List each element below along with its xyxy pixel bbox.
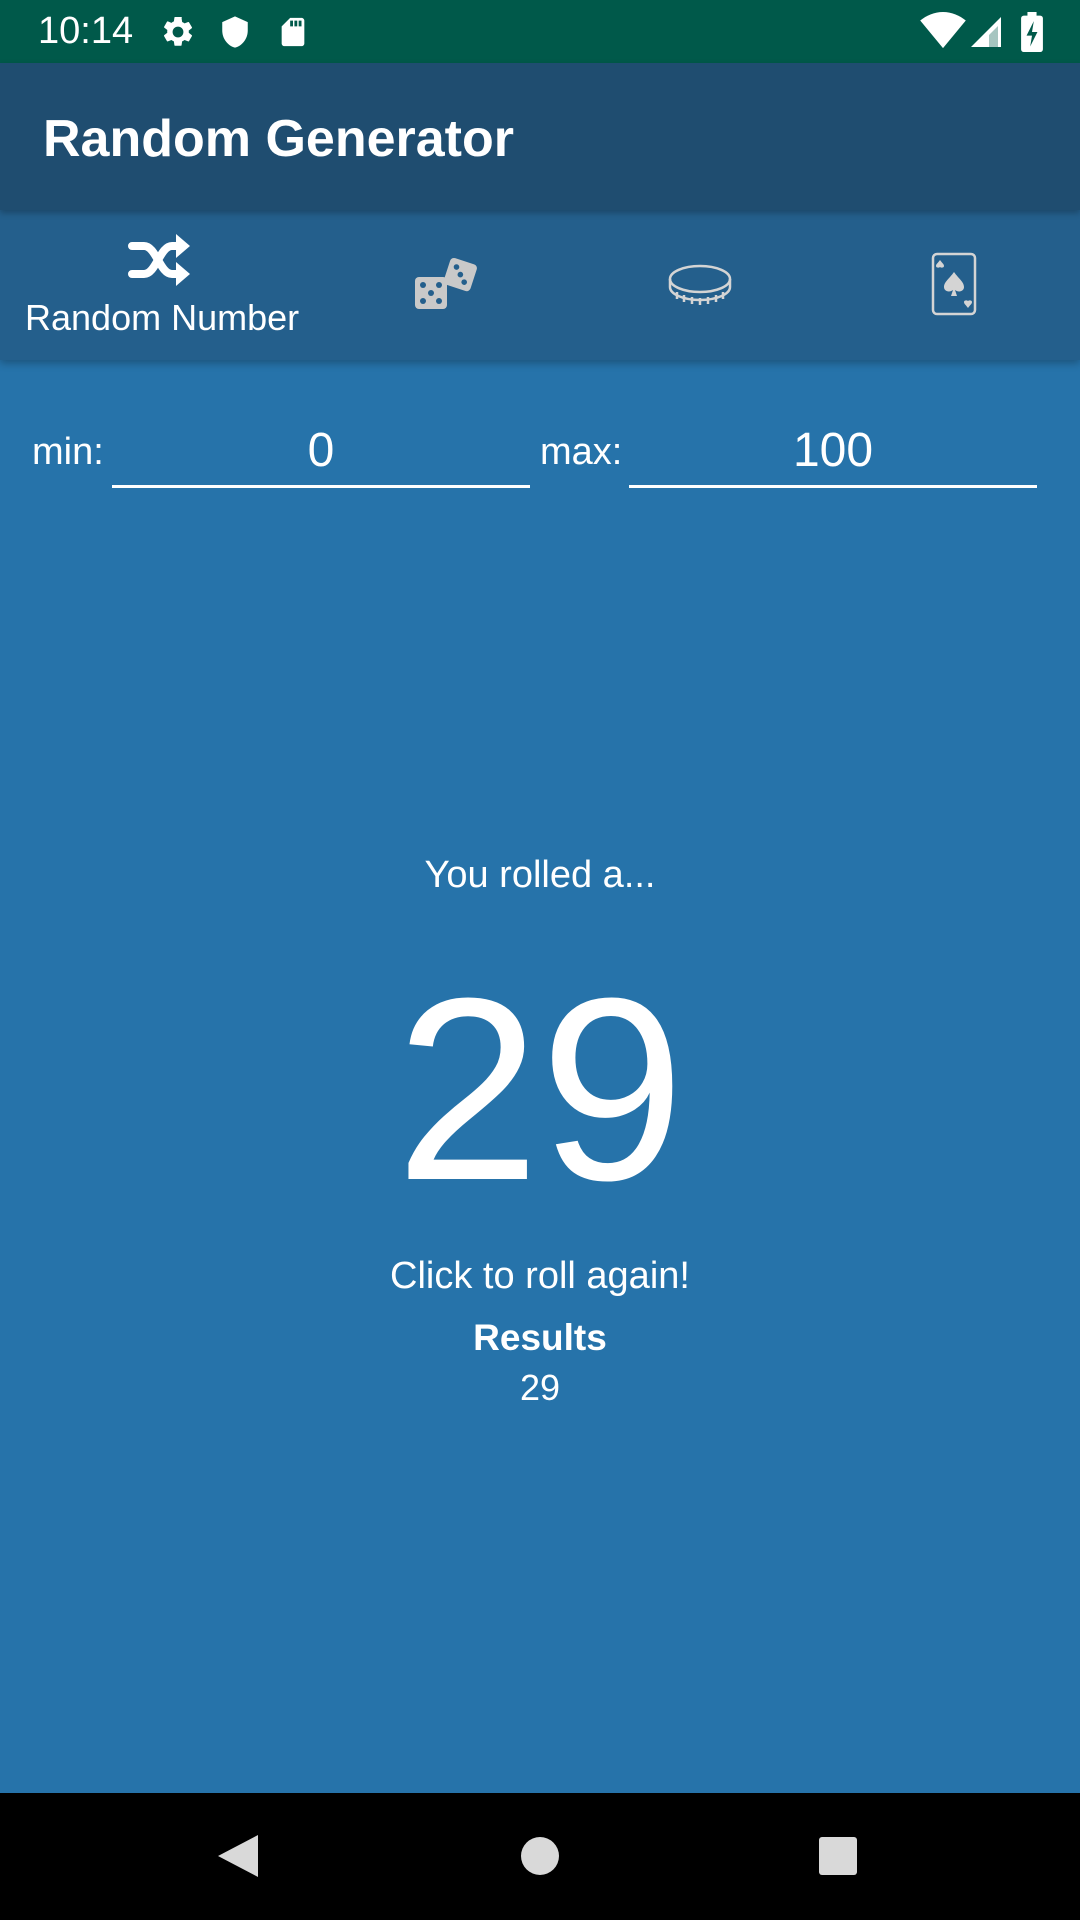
navigation-bar [0,1793,1080,1920]
home-button[interactable] [500,1821,580,1891]
rolled-number: 29 [395,945,685,1235]
results-heading: Results [473,1317,607,1358]
range-row: min: max: [0,415,1080,505]
app-title: Random Generator [43,110,514,168]
coin-icon [668,264,732,305]
rolled-prompt: You rolled a... [424,854,656,896]
max-label: max: [540,431,623,473]
max-input[interactable] [629,415,1037,488]
dice-icon [415,257,477,309]
playing-card-icon [931,252,977,316]
tab-random-number-label: Random Number [25,297,300,338]
shield-icon [222,16,248,48]
tab-cards[interactable] [819,210,1080,360]
back-button[interactable] [200,1821,280,1891]
status-time: 10:14 [38,10,134,52]
tab-dice[interactable] [311,210,581,360]
gear-icon [163,16,193,46]
sd-card-icon [281,17,305,47]
wifi-icon [920,12,966,49]
back-icon [218,1835,258,1877]
min-label: min: [32,431,104,473]
cell-signal-icon [971,17,1001,47]
status-bar: 10:14 [0,0,1080,63]
tab-random-number[interactable]: Random Number [25,210,300,360]
app-bar: Random Generator [0,63,1080,210]
results-value: 29 [519,1367,561,1408]
roll-again-text: Click to roll again! [390,1255,690,1297]
battery-charging-icon [1021,12,1043,52]
roll-area[interactable]: You rolled a... 29 Click to roll again! … [0,840,1080,1420]
recents-button[interactable] [798,1821,878,1891]
home-icon [521,1837,559,1875]
min-input[interactable] [112,415,530,488]
tab-coin[interactable] [565,210,835,360]
tab-bar: Random Number [0,210,1080,360]
recents-icon [819,1837,857,1875]
shuffle-icon [128,234,190,286]
